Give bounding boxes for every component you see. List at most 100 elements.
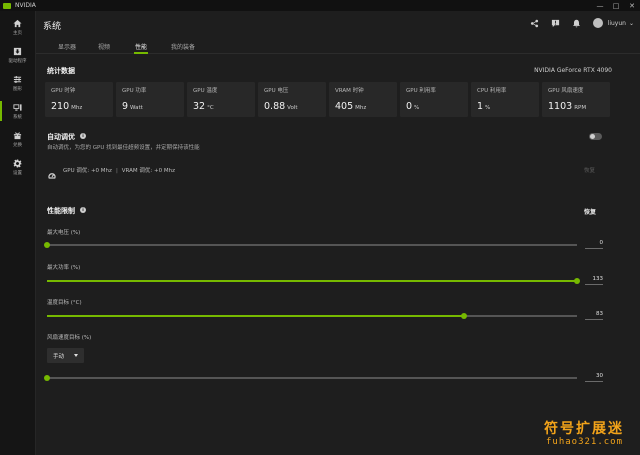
stats-cards: GPU 时钟 210 Mhz GPU 功率 9 Watt GPU 温度 32 °C G… <box>45 82 613 117</box>
slider-fill <box>47 280 577 282</box>
auto-tune-title: 自动调优 <box>47 133 75 141</box>
tab-display[interactable]: 显示器 <box>58 42 76 51</box>
stat-cpu-utilization: CPU 利用率 1% <box>471 82 539 117</box>
nav-item-label: 兑换 <box>13 142 22 148</box>
stat-value: 1% <box>477 101 491 112</box>
vram-tune-offset: VRAM 调优: +0 Mhz <box>121 168 175 174</box>
stat-label: CPU 利用率 <box>477 88 507 94</box>
slider-label: 风扇速度目标 (%) <box>47 335 92 341</box>
max-voltage-slider[interactable] <box>44 241 577 248</box>
chevron-down-icon[interactable]: ⌄ <box>629 20 634 27</box>
stat-gpu-utilization: GPU 利用率 0% <box>400 82 468 117</box>
minimize-button[interactable]: — <box>592 0 608 11</box>
auto-tune-toggle[interactable] <box>589 133 602 140</box>
stat-label: GPU 温度 <box>193 88 218 94</box>
nav-item-label: 设置 <box>13 170 22 176</box>
max-power-value[interactable]: 133 <box>585 275 603 285</box>
fan-speed-target-slider[interactable] <box>44 374 577 381</box>
close-button[interactable]: ✕ <box>624 0 640 11</box>
auto-tune-description: 自动调优，为您的 GPU 找到最佳超频设置，并定期保持该性能 <box>47 145 200 151</box>
stat-gpu-power: GPU 功率 9 Watt <box>116 82 184 117</box>
left-nav: 主页 驱动程序 图形 系统 兑换 设置 <box>0 11 36 455</box>
auto-tune-reset-button[interactable]: 恢复 <box>584 166 595 174</box>
nav-item-redeem[interactable]: 兑换 <box>0 127 35 151</box>
stat-value: 32 °C <box>193 101 214 112</box>
graphics-sliders-icon <box>13 75 22 83</box>
stat-gpu-voltage: GPU 电压 0.88 Volt <box>258 82 326 117</box>
stat-gpu-clock: GPU 时钟 210 Mhz <box>45 82 113 117</box>
header-actions: liuyun ⌄ <box>518 18 634 28</box>
stat-value: 0.88 Volt <box>264 101 298 112</box>
tab-my-rig[interactable]: 我的装备 <box>171 42 195 51</box>
window-controls: — □ ✕ <box>592 0 640 11</box>
feedback-icon[interactable] <box>551 19 560 28</box>
nav-item-label: 主页 <box>13 30 22 36</box>
stat-gpu-fan-speed: GPU 风扇速度 1103 RPM <box>542 82 610 117</box>
nav-item-settings[interactable]: 设置 <box>0 155 35 179</box>
tab-video[interactable]: 视频 <box>98 42 110 51</box>
fan-mode-dropdown[interactable]: 手动 <box>47 348 84 363</box>
max-power-slider[interactable] <box>47 277 580 284</box>
max-voltage-value[interactable]: 0 <box>585 239 603 249</box>
gpu-name: NVIDIA GeForce RTX 4090 <box>534 67 612 74</box>
limits-reset-button[interactable]: 恢复 <box>584 207 596 216</box>
nav-item-drivers[interactable]: 驱动程序 <box>0 43 35 67</box>
gift-icon <box>13 131 22 139</box>
speedometer-icon <box>48 165 56 179</box>
page-title: 系统 <box>43 22 62 32</box>
stat-label: GPU 时钟 <box>51 88 76 94</box>
nav-item-home[interactable]: 主页 <box>0 15 35 39</box>
nvidia-logo-icon <box>3 2 11 9</box>
nav-item-system[interactable]: 系统 <box>0 99 35 123</box>
stat-label: GPU 风扇速度 <box>548 88 584 94</box>
stat-label: GPU 功率 <box>122 88 147 94</box>
slider-handle[interactable] <box>461 312 468 319</box>
username[interactable]: liuyun <box>608 20 626 27</box>
stat-value: 0% <box>406 101 420 112</box>
nav-item-label: 系统 <box>13 114 22 120</box>
stat-value: 210 Mhz <box>51 101 83 112</box>
stat-value: 9 Watt <box>122 101 143 112</box>
watermark-url: fuhao321.com <box>546 437 624 447</box>
maximize-button[interactable]: □ <box>608 0 624 11</box>
notification-bell-icon[interactable] <box>572 19 581 28</box>
gear-icon <box>13 158 22 168</box>
stat-value: 405 Mhz <box>335 101 367 112</box>
home-icon <box>13 19 22 27</box>
slider-handle[interactable] <box>44 241 50 248</box>
gpu-tune-offset: GPU 调优: +0 Mhz <box>63 168 112 174</box>
stat-label: VRAM 时钟 <box>335 88 364 94</box>
title-bar: NVIDIA — □ ✕ <box>0 0 640 11</box>
slider-label: 温度目标 (°C) <box>47 300 82 306</box>
page-header: 系统 liuyun ⌄ <box>36 11 640 39</box>
watermark-text: 符号扩展迷 <box>544 421 624 437</box>
stat-value: 1103 RPM <box>548 101 587 112</box>
slider-fill <box>47 315 465 317</box>
stat-label: GPU 利用率 <box>406 88 436 94</box>
share-icon[interactable] <box>530 19 539 28</box>
nav-item-label: 图形 <box>13 86 22 92</box>
nav-item-graphics[interactable]: 图形 <box>0 71 35 95</box>
stat-label: GPU 电压 <box>264 88 289 94</box>
temperature-target-slider[interactable] <box>47 312 577 319</box>
fan-speed-target-value[interactable]: 30 <box>585 372 603 382</box>
nav-item-label: 驱动程序 <box>8 58 27 64</box>
stat-gpu-temperature: GPU 温度 32 °C <box>187 82 255 117</box>
stat-vram-clock: VRAM 时钟 405 Mhz <box>329 82 397 117</box>
info-icon[interactable]: i <box>80 207 86 213</box>
tab-bar: 显示器 视频 性能 我的装备 <box>36 39 640 54</box>
avatar[interactable] <box>592 18 603 28</box>
slider-handle[interactable] <box>574 277 580 284</box>
system-monitor-icon <box>13 103 22 111</box>
driver-download-icon <box>13 47 22 55</box>
tune-offsets: GPU 调优: +0 Mhz | VRAM 调优: +0 Mhz <box>63 168 175 174</box>
temperature-target-value[interactable]: 83 <box>585 310 603 320</box>
slider-label: 最大功率 (%) <box>47 265 81 271</box>
tab-performance[interactable]: 性能 <box>133 42 149 54</box>
stats-title: 统计数据 <box>47 67 75 75</box>
slider-handle[interactable] <box>44 374 50 381</box>
chevron-down-icon <box>74 354 78 357</box>
app-title: NVIDIA <box>15 2 36 9</box>
info-icon[interactable]: i <box>80 133 86 139</box>
fan-mode-value: 手动 <box>53 353 65 360</box>
